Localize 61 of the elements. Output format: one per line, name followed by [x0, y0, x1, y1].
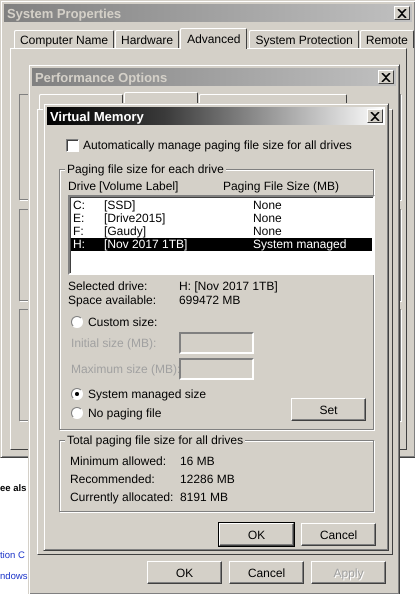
info-label: Recommended:: [70, 472, 156, 488]
checkbox[interactable]: [66, 138, 79, 152]
drive-row[interactable]: H: [Nov 2017 1TB] System managed: [71, 238, 372, 251]
radio-button[interactable]: [71, 316, 83, 328]
info-label: Currently allocated:: [70, 490, 174, 506]
radio-label[interactable]: Custom size:: [88, 314, 158, 328]
checkbox-label[interactable]: Automatically manage paging file size for all drives: [83, 138, 352, 152]
info-value: 12286 MB: [180, 472, 235, 488]
section-heading: ee als: [0, 483, 26, 494]
volume-label: [Drive2015]: [104, 212, 166, 225]
dialog-button[interactable]: OK: [219, 523, 294, 546]
info-label: Selected drive:: [68, 279, 148, 293]
dialog-button[interactable]: Cancel: [229, 561, 304, 584]
window-title: System Properties: [7, 6, 122, 20]
close-button[interactable]: [394, 6, 410, 20]
radio-button[interactable]: [71, 406, 83, 418]
window-title: Performance Options: [35, 70, 168, 84]
tab[interactable]: Computer Name: [14, 30, 114, 48]
radio-label[interactable]: No paging file: [88, 406, 162, 420]
column-header: Drive: [68, 179, 98, 194]
drive-row[interactable]: C: [SSD] None: [71, 199, 372, 212]
tab[interactable]: Hardware: [115, 30, 180, 48]
set-button[interactable]: Set: [291, 398, 366, 421]
dialog-button[interactable]: Cancel: [301, 523, 376, 546]
info-value: 16 MB: [180, 454, 215, 470]
volume-label: [Gaudy]: [104, 225, 146, 238]
paging-size: None: [253, 212, 282, 225]
close-button[interactable]: [367, 109, 383, 123]
drive-row[interactable]: E: [Drive2015] None: [71, 212, 372, 225]
radio-label[interactable]: System managed size: [88, 386, 206, 400]
drive-row[interactable]: F: [Gaudy] None: [71, 225, 372, 238]
close-icon: [381, 72, 391, 82]
volume-label: [SSD]: [104, 199, 136, 212]
info-value: 8191 MB: [180, 490, 228, 506]
tab[interactable]: System Protection: [249, 30, 359, 48]
close-icon: [370, 112, 380, 120]
tab[interactable]: Advanced: [180, 28, 248, 49]
drive-letter: E:: [73, 212, 86, 225]
close-icon: [397, 8, 407, 18]
info-value: 699472 MB: [179, 293, 240, 307]
drive-letter: C:: [73, 199, 86, 212]
tab[interactable]: Remote: [360, 30, 414, 48]
drive-letter: H:: [73, 238, 86, 251]
dialog-button[interactable]: OK: [147, 561, 222, 584]
volume-label: [Nov 2017 1TB]: [104, 238, 188, 251]
group-title: Paging file size for each drive: [65, 162, 226, 176]
info-label: Space available:: [68, 293, 158, 307]
link[interactable]: ndows: [0, 571, 28, 582]
close-button[interactable]: [378, 70, 394, 84]
window-title: Virtual Memory: [50, 108, 144, 124]
paging-size: System managed: [253, 238, 346, 251]
radio-button[interactable]: [71, 388, 83, 400]
info-value: H: [Nov 2017 1TB]: [179, 279, 278, 293]
link[interactable]: tion C: [0, 550, 25, 561]
column-header: Paging File Size (MB): [223, 179, 340, 194]
drive-letter: F:: [73, 225, 85, 238]
group-title: Total paging file size for all drives: [65, 433, 246, 447]
paging-size: None: [253, 225, 282, 238]
column-header: [Volume Label]: [99, 179, 180, 194]
info-label: Minimum allowed:: [70, 454, 168, 470]
paging-size: None: [253, 199, 282, 212]
